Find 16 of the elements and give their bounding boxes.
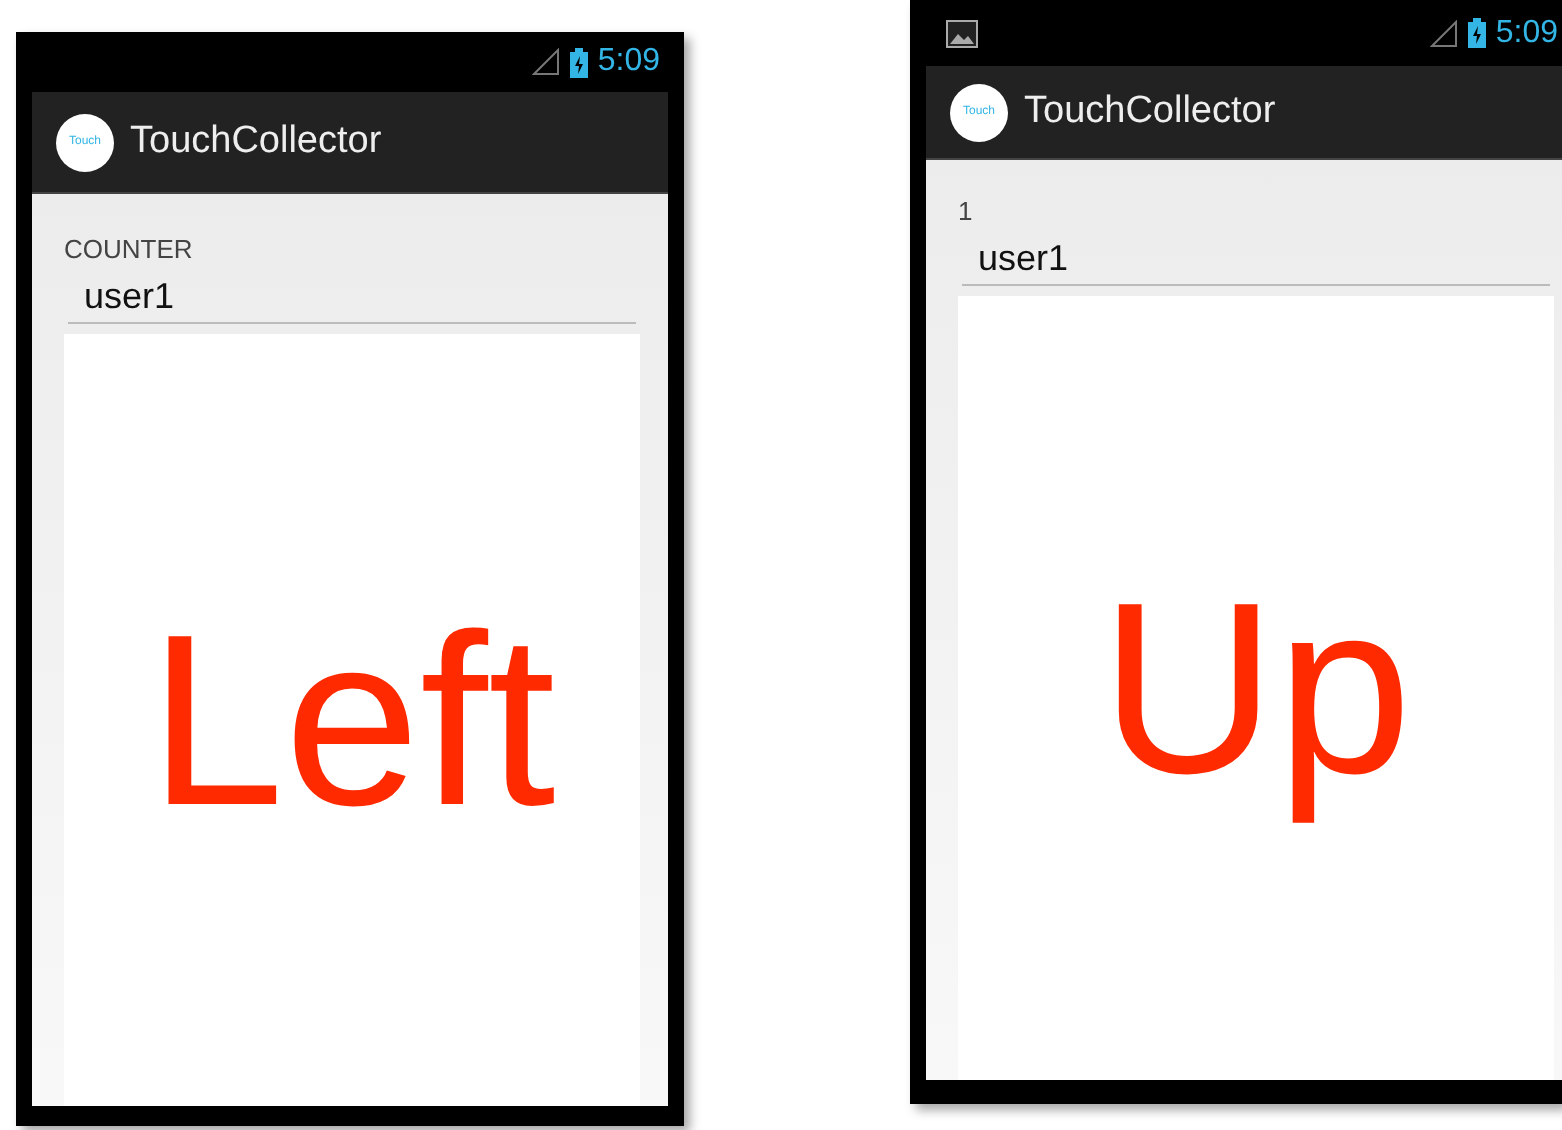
app-title: TouchCollector bbox=[1024, 90, 1276, 134]
status-time: 5:09 bbox=[1495, 15, 1558, 51]
touch-area[interactable]: Up bbox=[958, 296, 1554, 1080]
app-title: TouchCollector bbox=[130, 120, 382, 164]
direction-label: Left bbox=[148, 581, 556, 860]
signal-icon bbox=[531, 48, 560, 76]
user-input-field[interactable]: user1 bbox=[962, 238, 1550, 286]
signal-icon bbox=[1429, 19, 1458, 47]
battery-icon bbox=[1467, 18, 1486, 48]
direction-label: Up bbox=[1100, 549, 1412, 828]
counter-label: COUNTER bbox=[64, 234, 193, 264]
battery-icon bbox=[569, 47, 588, 77]
user-input-field[interactable]: user1 bbox=[68, 276, 636, 324]
counter-label: 1 bbox=[958, 196, 973, 226]
touch-area[interactable]: Left bbox=[64, 334, 640, 1106]
status-time: 5:09 bbox=[597, 44, 660, 80]
